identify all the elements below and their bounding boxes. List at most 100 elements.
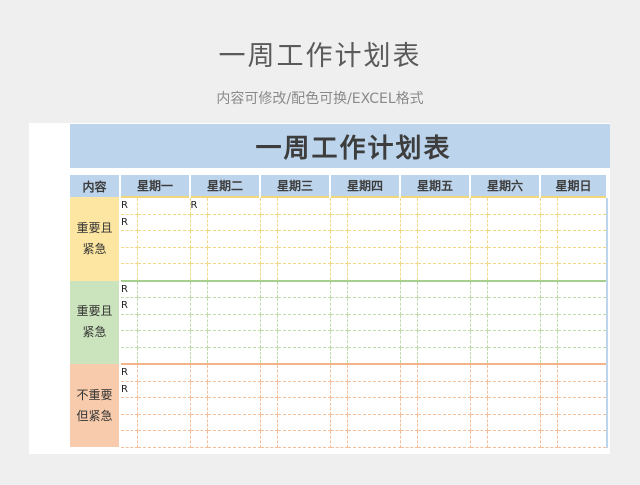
table-cell[interactable] bbox=[487, 330, 541, 348]
table-cell[interactable] bbox=[417, 381, 471, 398]
table-cell[interactable] bbox=[557, 314, 608, 331]
table-cell[interactable] bbox=[557, 430, 608, 448]
table-cell[interactable] bbox=[190, 381, 208, 398]
table-cell[interactable] bbox=[557, 230, 608, 248]
table-cell[interactable] bbox=[207, 414, 261, 431]
table-cell[interactable] bbox=[470, 230, 488, 248]
table-cell[interactable] bbox=[260, 314, 278, 331]
table-cell[interactable] bbox=[487, 279, 541, 298]
table-cell[interactable] bbox=[260, 397, 278, 415]
table-cell[interactable] bbox=[137, 196, 191, 215]
table-cell[interactable]: R bbox=[120, 381, 138, 398]
table-cell[interactable] bbox=[277, 330, 331, 348]
table-cell[interactable] bbox=[400, 330, 418, 348]
table-cell[interactable] bbox=[137, 214, 191, 231]
table-cell[interactable] bbox=[137, 230, 191, 248]
table-cell[interactable] bbox=[400, 430, 418, 448]
table-cell[interactable] bbox=[347, 314, 401, 331]
table-cell[interactable] bbox=[347, 230, 401, 248]
table-cell[interactable] bbox=[400, 397, 418, 415]
table-cell[interactable] bbox=[260, 263, 278, 281]
table-cell[interactable] bbox=[330, 363, 348, 382]
table-cell[interactable] bbox=[417, 214, 471, 231]
table-cell[interactable] bbox=[260, 196, 278, 215]
table-cell[interactable] bbox=[137, 279, 191, 298]
table-cell[interactable] bbox=[347, 430, 401, 448]
table-cell[interactable] bbox=[137, 297, 191, 315]
table-cell[interactable] bbox=[417, 279, 471, 298]
table-cell[interactable] bbox=[330, 330, 348, 348]
table-cell[interactable] bbox=[137, 430, 191, 448]
table-cell[interactable] bbox=[120, 347, 138, 365]
table-cell[interactable] bbox=[120, 397, 138, 415]
table-cell[interactable] bbox=[347, 381, 401, 398]
table-cell[interactable] bbox=[347, 397, 401, 415]
table-cell[interactable] bbox=[557, 279, 608, 298]
table-cell[interactable] bbox=[417, 347, 471, 365]
table-cell[interactable] bbox=[470, 381, 488, 398]
table-cell[interactable] bbox=[470, 297, 488, 315]
table-cell[interactable] bbox=[330, 263, 348, 281]
table-cell[interactable] bbox=[277, 279, 331, 298]
table-cell[interactable] bbox=[557, 414, 608, 431]
table-cell[interactable] bbox=[330, 247, 348, 264]
table-cell[interactable] bbox=[557, 397, 608, 415]
table-cell[interactable] bbox=[137, 414, 191, 431]
table-cell[interactable] bbox=[417, 330, 471, 348]
table-cell[interactable] bbox=[120, 414, 138, 431]
table-cell[interactable] bbox=[207, 230, 261, 248]
table-cell[interactable] bbox=[277, 363, 331, 382]
table-cell[interactable] bbox=[260, 330, 278, 348]
table-cell[interactable] bbox=[347, 363, 401, 382]
table-cell[interactable] bbox=[400, 263, 418, 281]
table-cell[interactable] bbox=[207, 297, 261, 315]
table-cell[interactable] bbox=[277, 314, 331, 331]
table-cell[interactable] bbox=[400, 214, 418, 231]
table-cell[interactable] bbox=[417, 263, 471, 281]
table-cell[interactable] bbox=[137, 263, 191, 281]
table-cell[interactable] bbox=[277, 247, 331, 264]
table-cell[interactable] bbox=[137, 247, 191, 264]
table-cell[interactable]: R bbox=[120, 297, 138, 315]
table-cell[interactable] bbox=[540, 381, 558, 398]
table-cell[interactable] bbox=[260, 247, 278, 264]
table-cell[interactable] bbox=[487, 381, 541, 398]
table-cell[interactable] bbox=[207, 347, 261, 365]
table-cell[interactable] bbox=[260, 279, 278, 298]
table-cell[interactable] bbox=[470, 279, 488, 298]
table-cell[interactable] bbox=[400, 247, 418, 264]
table-cell[interactable] bbox=[190, 230, 208, 248]
table-cell[interactable] bbox=[417, 397, 471, 415]
table-cell[interactable] bbox=[417, 297, 471, 315]
table-cell[interactable] bbox=[190, 363, 208, 382]
table-cell[interactable]: R bbox=[120, 279, 138, 298]
table-cell[interactable] bbox=[190, 314, 208, 331]
table-cell[interactable] bbox=[470, 347, 488, 365]
table-cell[interactable] bbox=[277, 214, 331, 231]
table-cell[interactable] bbox=[120, 263, 138, 281]
table-cell[interactable] bbox=[557, 247, 608, 264]
table-cell[interactable] bbox=[260, 297, 278, 315]
table-cell[interactable] bbox=[400, 414, 418, 431]
table-cell[interactable] bbox=[190, 414, 208, 431]
table-cell[interactable] bbox=[487, 247, 541, 264]
table-cell[interactable] bbox=[190, 397, 208, 415]
table-cell[interactable] bbox=[260, 430, 278, 448]
table-cell[interactable] bbox=[347, 279, 401, 298]
table-cell[interactable] bbox=[347, 414, 401, 431]
table-cell[interactable] bbox=[120, 314, 138, 331]
table-cell[interactable] bbox=[347, 214, 401, 231]
table-cell[interactable] bbox=[347, 196, 401, 215]
table-cell[interactable] bbox=[347, 347, 401, 365]
table-cell[interactable] bbox=[557, 214, 608, 231]
table-cell[interactable] bbox=[190, 247, 208, 264]
table-cell[interactable] bbox=[137, 381, 191, 398]
table-cell[interactable] bbox=[277, 397, 331, 415]
table-cell[interactable] bbox=[470, 314, 488, 331]
table-cell[interactable] bbox=[137, 330, 191, 348]
table-cell[interactable] bbox=[277, 381, 331, 398]
table-cell[interactable] bbox=[557, 263, 608, 281]
table-cell[interactable] bbox=[557, 363, 608, 382]
table-cell[interactable] bbox=[207, 214, 261, 231]
table-cell[interactable] bbox=[330, 279, 348, 298]
